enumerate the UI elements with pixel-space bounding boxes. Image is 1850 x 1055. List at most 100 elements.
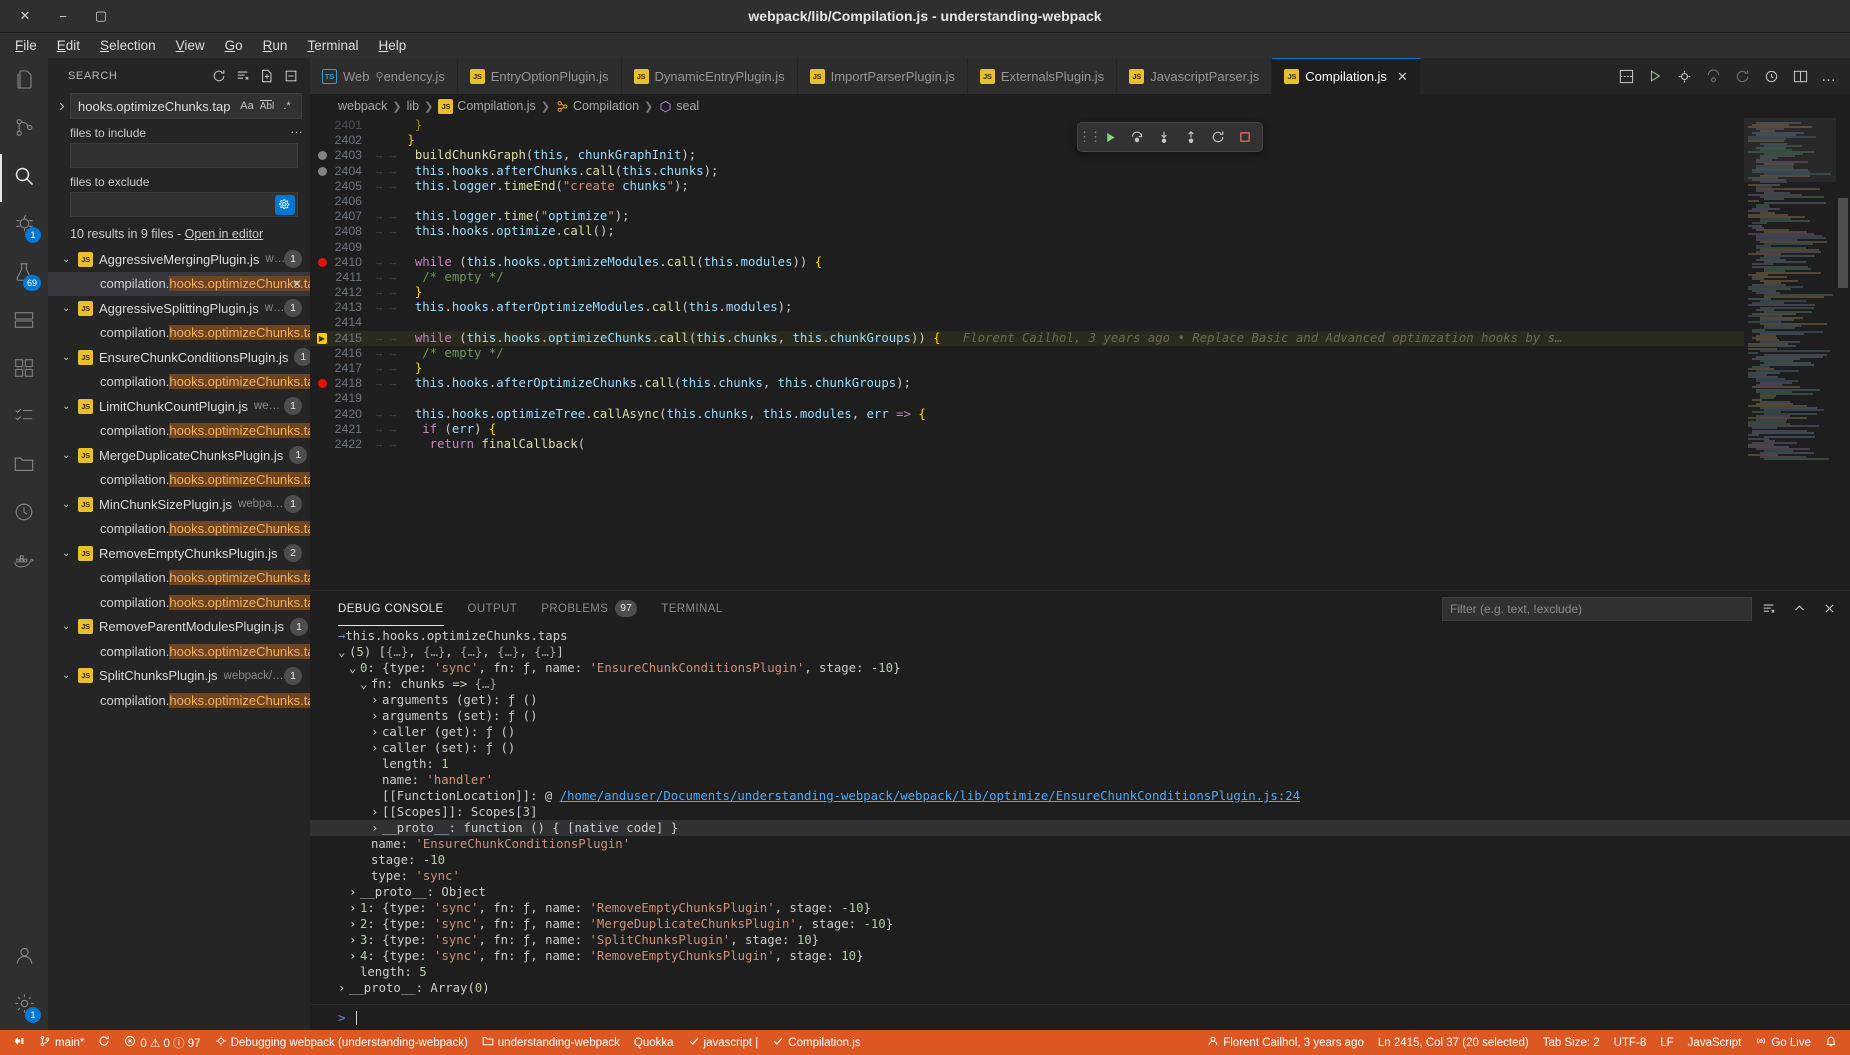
code-line[interactable]: 2422→→ return finalCallback( [310,437,1744,452]
console-output-row[interactable]: type: 'sync' [310,868,1850,884]
fold-indicator[interactable]: → [372,407,386,422]
editor-tab[interactable]: JSDynamicEntryPlugin.js [622,58,798,94]
code-line[interactable]: 2418→→ this.hooks.afterOptimizeChunks.ca… [310,376,1744,391]
activity-testing[interactable]: 69 [0,250,48,298]
console-output-row[interactable]: ›__proto__: Object [310,884,1850,900]
fold-indicator[interactable]: → [386,164,400,179]
refresh-icon[interactable] [208,65,230,87]
console-output-row[interactable]: ⌄(5) [{…}, {…}, {…}, {…}, {…}] [310,644,1850,660]
result-match-row[interactable]: compilation.hooks.optimizeChunks.tap( [48,688,310,713]
breakpoint-disabled-icon[interactable] [318,167,327,176]
debug-alt-icon[interactable] [1671,63,1697,89]
menu-run[interactable]: Run [254,36,297,55]
menu-file[interactable]: File [6,36,46,55]
console-output-row[interactable]: ›__proto__: function () { [native code] … [310,820,1850,836]
status-sync[interactable] [91,1030,117,1055]
run-icon[interactable] [1642,63,1668,89]
fold-indicator[interactable]: → [386,209,400,224]
result-file-row[interactable]: ⌄JSAggressiveSplittingPlugin.jswebpack/.… [48,296,310,321]
expand-toggle-icon[interactable]: ⌄ [349,660,360,676]
fold-indicator[interactable]: → [386,437,400,452]
chevron-down-icon[interactable]: ⌄ [62,401,78,412]
code-line[interactable]: 2414 [310,315,1744,330]
status-notifications[interactable] [1818,1030,1844,1055]
menu-selection[interactable]: Selection [91,36,165,55]
menu-terminal[interactable]: Terminal [298,36,367,55]
activity-timeline[interactable] [0,490,48,538]
breadcrumb-item[interactable]: seal [658,99,699,113]
code-line[interactable]: 2402 } [310,133,1744,148]
line-gutter[interactable]: 2418 [310,376,372,391]
breakpoint-disabled-icon[interactable] [318,151,327,160]
code-line[interactable]: 2420→→ this.hooks.optimizeTree.callAsync… [310,407,1744,422]
expand-toggle-icon[interactable]: › [371,708,382,724]
status-git-blame[interactable]: Florent Cailhol, 3 years ago [1200,1030,1371,1055]
status-encoding[interactable]: UTF-8 [1607,1030,1654,1055]
console-output-row[interactable]: ⌄fn: chunks => {…} [310,676,1850,692]
chevron-down-icon[interactable]: ⌄ [62,352,78,363]
code-line[interactable]: 2405→→ this.logger.timeEnd("create chunk… [310,179,1744,194]
minimize-window-button[interactable]: − [44,2,82,30]
step-into-icon[interactable] [1151,125,1177,149]
console-output-row[interactable]: length: 1 [310,756,1850,772]
status-remote-indicator[interactable] [6,1030,32,1055]
pin-icon[interactable]: ⚲ [376,70,384,83]
fold-indicator[interactable]: → [372,422,386,437]
chevron-down-icon[interactable]: ⌄ [62,548,78,559]
fold-indicator[interactable]: → [372,361,386,376]
result-match-row[interactable]: compilation.hooks.optimizeChunks.tap( [48,639,310,664]
status-problems[interactable]: 0 ⚠ 0 ⓘ 97 [117,1030,207,1055]
code-line[interactable]: 2416→→ /* empty */ [310,346,1744,361]
status-go-live[interactable]: Go Live [1748,1030,1818,1055]
restart-icon[interactable] [1205,125,1231,149]
search-input[interactable]: hooks.optimizeChunks.tap Aa Abl .* [70,93,302,119]
status-branch[interactable]: main* [32,1030,91,1055]
clear-console-icon[interactable] [1756,596,1782,622]
continue-icon[interactable] [1097,125,1123,149]
fold-indicator[interactable]: → [386,361,400,376]
line-gutter[interactable]: 2406 [310,194,372,209]
breadcrumb-item[interactable]: lib [407,99,420,113]
status-language-mode[interactable]: JavaScript [1681,1030,1749,1055]
activity-folders[interactable] [0,442,48,490]
breadcrumb-item[interactable]: Compilation [555,99,639,113]
stop-icon[interactable] [1232,125,1258,149]
expand-toggle-icon[interactable]: ⌄ [338,644,349,660]
console-output-row[interactable]: ›arguments (get): ƒ () [310,692,1850,708]
fold-indicator[interactable]: → [386,255,400,270]
close-panel-icon[interactable] [1816,596,1842,622]
console-output-row[interactable]: ›caller (set): ƒ () [310,740,1850,756]
code-line[interactable]: 2409 [310,240,1744,255]
fold-indicator[interactable]: → [372,209,386,224]
panel-tab-problems[interactable]: PROBLEMS97 [541,591,637,626]
line-gutter[interactable]: 2404 [310,164,372,179]
minimap[interactable] [1744,118,1836,590]
fold-indicator[interactable]: → [372,331,386,346]
debug-console-output[interactable]: → this.hooks.optimizeChunks.taps⌄(5) [{…… [310,626,1850,1004]
match-case-icon[interactable]: Aa [237,96,257,116]
status-javascript-status[interactable]: javascript | [681,1030,766,1055]
scrollbar-thumb[interactable] [1838,198,1848,288]
activity-docker[interactable] [0,538,48,586]
line-gutter[interactable]: 2421 [310,422,372,437]
line-gutter[interactable]: 2412 [310,285,372,300]
activity-remote[interactable] [0,298,48,346]
line-gutter[interactable]: ▶2415 [310,331,372,346]
open-in-editor-link[interactable]: Open in editor [185,227,264,241]
result-file-row[interactable]: ⌄JSLimitChunkCountPlugin.jswebpack/lib..… [48,394,310,419]
fold-indicator[interactable]: → [386,346,400,361]
expand-toggle-icon[interactable]: › [349,948,360,964]
line-gutter[interactable]: 2402 [310,133,372,148]
result-file-row[interactable]: ⌄JSRemoveParentModulesPlugin.jswebp...1 [48,615,310,640]
close-tab-icon[interactable]: ✕ [1397,69,1408,85]
activity-extensions[interactable] [0,346,48,394]
code-line[interactable]: 2413→→ this.hooks.afterOptimizeModules.c… [310,300,1744,315]
line-gutter[interactable]: 2413 [310,300,372,315]
line-gutter[interactable]: 2407 [310,209,372,224]
console-output-row[interactable]: name: 'handler' [310,772,1850,788]
activity-todo[interactable] [0,394,48,442]
editor-tab[interactable]: JSEntryOptionPlugin.js [458,58,622,94]
line-gutter[interactable]: 2420 [310,407,372,422]
status-debug-session[interactable]: Debugging webpack (understanding-webpack… [208,1030,475,1055]
line-gutter[interactable]: 2405 [310,179,372,194]
